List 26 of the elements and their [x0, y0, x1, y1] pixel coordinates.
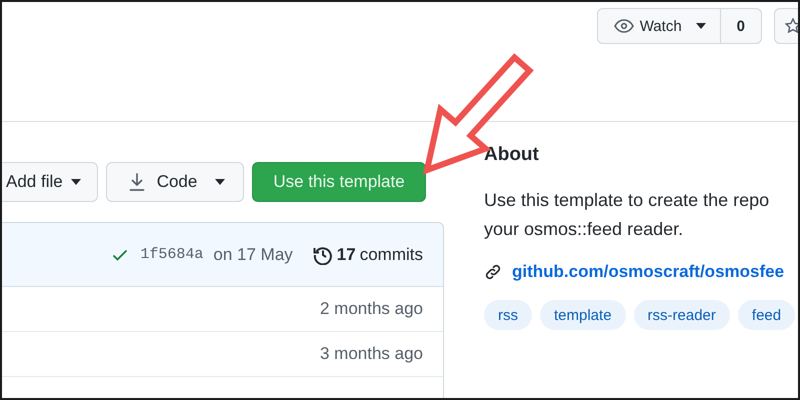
history-icon — [312, 244, 333, 264]
commit-date-link[interactable]: on 17 May — [213, 244, 293, 264]
topic-tag[interactable]: rss — [484, 300, 532, 330]
caret-icon — [696, 23, 706, 29]
eye-icon — [614, 19, 634, 33]
add-file-button[interactable]: Add file — [2, 162, 98, 202]
watch-button[interactable]: Watch — [596, 8, 721, 44]
topic-tag[interactable]: rss-reader — [634, 300, 730, 330]
file-age: 3 months ago — [320, 344, 423, 364]
code-button[interactable]: Code — [106, 162, 244, 202]
file-age: 2 months ago — [320, 299, 423, 319]
commits-link[interactable]: 17 commits — [312, 244, 423, 264]
description-line: Use this template to create the repo — [484, 189, 770, 212]
description-line: your osmos::feed reader. — [484, 218, 684, 241]
commit-hash-link[interactable]: 1f5684a — [140, 246, 204, 263]
about-heading: About — [484, 144, 540, 166]
star-icon — [785, 18, 798, 34]
watcher-count[interactable]: 0 — [720, 8, 762, 44]
topic-tag[interactable]: feed — [738, 300, 796, 330]
link-icon — [484, 263, 502, 281]
caret-icon — [215, 179, 226, 185]
download-icon — [128, 173, 145, 191]
website-link[interactable]: github.com/osmoscraft/osmosfee — [512, 262, 784, 282]
check-icon — [112, 248, 128, 260]
caret-icon — [70, 179, 81, 185]
topic-tag[interactable]: template — [540, 300, 626, 330]
